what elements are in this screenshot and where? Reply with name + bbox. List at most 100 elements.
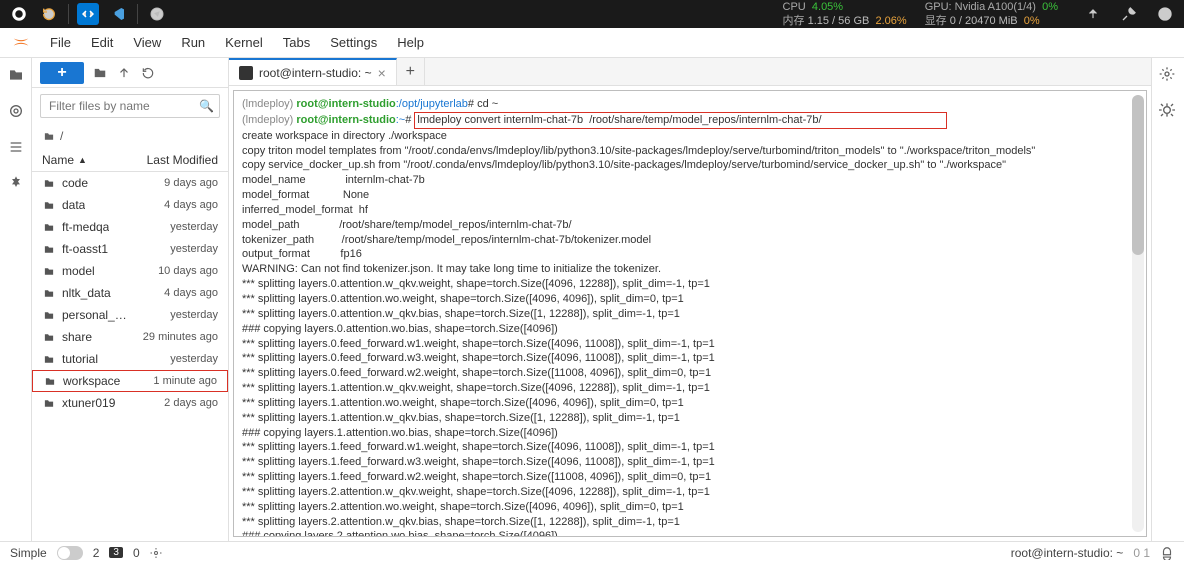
scrollbar-thumb[interactable] — [1132, 95, 1144, 255]
terminal-line: *** splitting layers.0.attention.w_qkv.b… — [242, 307, 1136, 322]
code-icon[interactable] — [77, 3, 99, 25]
status-bar: Simple 2 3 0 root@intern-studio: ~ 0 1 — [0, 541, 1184, 563]
file-row[interactable]: nltk_data 4 days ago — [32, 282, 228, 304]
terminal-line: model_path /root/share/temp/model_repos/… — [242, 218, 1136, 233]
file-name: tutorial — [62, 352, 98, 366]
home-folder-icon — [42, 131, 56, 142]
folder-icon — [42, 398, 56, 409]
bell-icon[interactable] — [1160, 546, 1174, 560]
file-row[interactable]: ft-oasst1 yesterday — [32, 238, 228, 260]
terminal-line: create workspace in directory ./workspac… — [242, 129, 1136, 144]
file-name: xtuner019 — [62, 396, 115, 410]
file-row[interactable]: personal_…yesterday — [32, 304, 228, 326]
refresh-filebrowser-icon[interactable] — [140, 65, 156, 81]
terminal-line: *** splitting layers.0.feed_forward.w3.w… — [242, 351, 1136, 366]
menu-help[interactable]: Help — [387, 35, 434, 50]
file-modified: yesterday — [170, 243, 218, 255]
folder-icon — [42, 332, 56, 343]
refresh-icon[interactable] — [38, 3, 60, 25]
status-badge-b: 3 — [109, 547, 123, 558]
terminal-line: *** splitting layers.2.attention.w_qkv.w… — [242, 485, 1136, 500]
file-name: ft-oasst1 — [62, 242, 108, 256]
menu-bar: File Edit View Run Kernel Tabs Settings … — [0, 28, 1184, 58]
terminal-line: *** splitting layers.1.attention.w_qkv.w… — [242, 381, 1136, 396]
terminal-line: *** splitting layers.0.feed_forward.w1.w… — [242, 337, 1136, 352]
menu-settings[interactable]: Settings — [320, 35, 387, 50]
debug-icon[interactable] — [1159, 102, 1177, 120]
terminal-line: tokenizer_path /root/share/temp/model_re… — [242, 233, 1136, 248]
file-modified: yesterday — [170, 221, 218, 233]
terminal-line: *** splitting layers.0.attention.wo.weig… — [242, 292, 1136, 307]
file-name: nltk_data — [62, 286, 111, 300]
file-row[interactable]: data4 days ago — [32, 194, 228, 216]
file-modified: 2 days ago — [164, 397, 218, 409]
file-name: workspace — [63, 374, 120, 388]
new-folder-icon[interactable] — [92, 65, 108, 81]
tools-icon[interactable] — [1118, 3, 1140, 25]
terminal-line: *** splitting layers.2.attention.w_qkv.b… — [242, 515, 1136, 530]
vscode-icon[interactable] — [107, 3, 129, 25]
right-activity-bar — [1152, 58, 1184, 541]
terminal-line: model_name internlm-chat-7b — [242, 173, 1136, 188]
file-modified: 29 minutes ago — [143, 331, 218, 343]
terminal-line: output_format fp16 — [242, 247, 1136, 262]
new-launcher-button[interactable]: + — [40, 62, 84, 84]
tab-bar: root@intern-studio: ~ × + — [229, 58, 1151, 86]
file-name: ft-medqa — [62, 220, 109, 234]
folder-icon — [42, 178, 56, 189]
folder-icon — [42, 310, 56, 321]
menu-run[interactable]: Run — [171, 35, 215, 50]
file-name: personal_… — [62, 308, 127, 322]
folder-icon — [42, 244, 56, 255]
terminal[interactable]: (lmdeploy) root@intern-studio:/opt/jupyt… — [233, 90, 1147, 537]
menu-edit[interactable]: Edit — [81, 35, 123, 50]
terminal-line: *** splitting layers.1.feed_forward.w1.w… — [242, 440, 1136, 455]
terminal-line: ### copying layers.1.attention.wo.bias, … — [242, 426, 1136, 441]
terminal-line: (lmdeploy) root@intern-studio:/opt/jupyt… — [242, 97, 1136, 112]
file-row[interactable]: ft-medqa yesterday — [32, 216, 228, 238]
file-row[interactable]: code9 days ago — [32, 172, 228, 194]
folder-icon — [42, 222, 56, 233]
terminal-icon — [239, 66, 253, 80]
upload-icon[interactable] — [1082, 3, 1104, 25]
list-icon[interactable] — [7, 138, 25, 156]
gear-icon[interactable] — [1159, 66, 1177, 84]
file-row[interactable]: xtuner019 2 days ago — [32, 392, 228, 414]
file-row[interactable]: share29 minutes ago — [32, 326, 228, 348]
info-icon[interactable] — [1154, 3, 1176, 25]
file-name: data — [62, 198, 85, 212]
folder-icon — [43, 376, 57, 387]
file-modified: 4 days ago — [164, 287, 218, 299]
tab-terminal[interactable]: root@intern-studio: ~ × — [229, 58, 397, 85]
file-list-header[interactable]: Name▲ Last Modified — [32, 148, 228, 172]
add-tab-button[interactable]: + — [397, 58, 425, 85]
file-row[interactable]: tutorial yesterday — [32, 348, 228, 370]
filter-input[interactable] — [40, 94, 220, 118]
file-modified: yesterday — [170, 353, 218, 365]
menu-view[interactable]: View — [123, 35, 171, 50]
menu-file[interactable]: File — [40, 35, 81, 50]
status-count-c: 0 — [133, 546, 140, 560]
terminal-line: WARNING: Can not find tokenizer.json. It… — [242, 262, 1136, 277]
terminal-line: copy service_docker_up.sh from "/root/.c… — [242, 158, 1136, 173]
folder-icon[interactable] — [7, 66, 25, 84]
dashboard-icon[interactable] — [8, 3, 30, 25]
upload-file-icon[interactable] — [116, 65, 132, 81]
file-row[interactable]: model10 days ago — [32, 260, 228, 282]
compass-icon[interactable] — [146, 3, 168, 25]
menu-kernel[interactable]: Kernel — [215, 35, 273, 50]
target-icon[interactable] — [7, 102, 25, 120]
close-tab-icon[interactable]: × — [378, 65, 386, 81]
menu-tabs[interactable]: Tabs — [273, 35, 320, 50]
jupyter-logo-icon[interactable] — [10, 31, 34, 55]
terminal-line: *** splitting layers.0.attention.w_qkv.w… — [242, 277, 1136, 292]
gear-status-icon[interactable] — [150, 547, 162, 559]
terminal-line: *** splitting layers.1.feed_forward.w3.w… — [242, 455, 1136, 470]
breadcrumb[interactable]: / — [32, 124, 228, 148]
terminal-line: *** splitting layers.1.feed_forward.w2.w… — [242, 470, 1136, 485]
simple-toggle[interactable] — [57, 546, 83, 560]
search-icon: 🔍 — [199, 99, 214, 113]
file-row[interactable]: workspace1 minute ago — [32, 370, 228, 392]
terminal-line: *** splitting layers.0.feed_forward.w2.w… — [242, 366, 1136, 381]
extension-icon[interactable] — [7, 174, 25, 192]
